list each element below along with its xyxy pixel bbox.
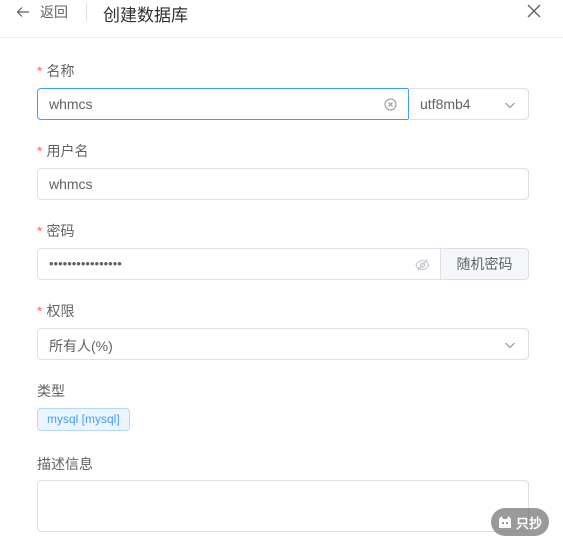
permission-value: 所有人(%) — [49, 338, 113, 354]
arrow-left-icon — [16, 7, 29, 17]
name-input-value: whmcs — [49, 96, 93, 112]
name-input[interactable]: whmcs — [37, 88, 409, 120]
required-mark: * — [37, 63, 43, 79]
name-label: * 名称 — [37, 61, 74, 81]
name-label-text: 名称 — [46, 63, 75, 79]
charset-value: utf8mb4 — [420, 96, 471, 112]
watermark-text: 只抄 — [516, 515, 543, 531]
header-divider — [86, 3, 87, 21]
eye-off-icon[interactable] — [415, 258, 430, 272]
required-mark: * — [37, 143, 43, 159]
username-input[interactable]: whmcs — [37, 168, 529, 200]
required-mark: * — [37, 303, 43, 319]
chevron-down-icon — [505, 102, 515, 109]
type-label: 类型 — [37, 383, 65, 399]
cat-icon — [499, 516, 511, 528]
type-tag: mysql [mysql] — [37, 408, 130, 431]
password-label-text: 密码 — [46, 223, 75, 239]
password-label: * 密码 — [37, 221, 74, 241]
dialog-header: 返回 创建数据库 — [0, 0, 563, 38]
back-button[interactable]: 返回 — [16, 4, 68, 20]
username-label-text: 用户名 — [46, 143, 89, 159]
page-title: 创建数据库 — [103, 6, 188, 25]
required-mark: * — [37, 223, 43, 239]
close-icon[interactable] — [526, 3, 542, 19]
watermark-badge: 只抄 — [491, 508, 549, 536]
charset-select[interactable]: utf8mb4 — [408, 88, 529, 120]
password-input[interactable]: •••••••••••••••• — [37, 248, 441, 280]
back-label: 返回 — [40, 4, 68, 20]
chevron-down-icon — [505, 342, 515, 349]
permission-label-text: 权限 — [46, 303, 75, 319]
random-password-button[interactable]: 随机密码 — [440, 248, 529, 280]
permission-label: * 权限 — [37, 301, 74, 321]
clear-circle-icon[interactable] — [384, 98, 397, 111]
description-label: 描述信息 — [37, 456, 93, 472]
permission-select[interactable]: 所有人(%) — [37, 328, 529, 360]
password-masked-value: •••••••••••••••• — [49, 256, 122, 271]
description-textarea[interactable] — [37, 480, 529, 532]
username-input-value: whmcs — [49, 176, 93, 192]
username-label: * 用户名 — [37, 141, 88, 161]
